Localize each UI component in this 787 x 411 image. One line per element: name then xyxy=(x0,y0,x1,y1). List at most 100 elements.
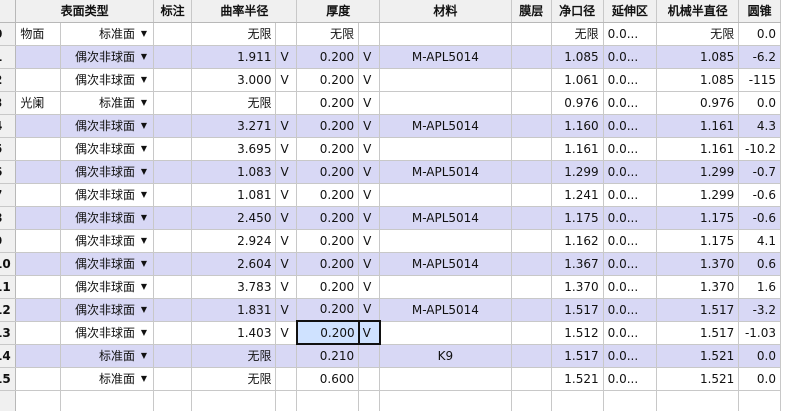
radius-solve-flag[interactable]: V xyxy=(275,137,298,161)
comment-cell[interactable] xyxy=(153,390,193,411)
radius-cell[interactable]: 无限 xyxy=(191,367,277,391)
comment-cell[interactable] xyxy=(153,206,193,230)
conic-cell[interactable]: 4.3 xyxy=(738,114,781,138)
radius-cell[interactable]: 3.695 xyxy=(191,137,277,161)
radius-solve-flag[interactable]: V xyxy=(275,45,298,69)
mech-semi-dia-cell[interactable]: 无限 xyxy=(656,22,740,46)
row-number[interactable]: 12 xyxy=(0,298,17,322)
surface-type-cell[interactable] xyxy=(60,390,154,411)
conic-cell[interactable]: 0.0 xyxy=(738,344,781,368)
clear-semi-dia-cell[interactable]: 1.162 xyxy=(551,229,604,253)
thickness-cell[interactable]: 0.200 xyxy=(296,45,360,69)
surface-type-cell[interactable]: 偶次非球面 ▼ xyxy=(60,45,154,69)
thickness-cell[interactable]: 0.200 xyxy=(296,298,360,322)
surface-comment-label[interactable]: 物面 xyxy=(15,22,61,46)
mech-semi-dia-cell[interactable]: 1.370 xyxy=(656,252,740,276)
surface-type-cell[interactable]: 偶次非球面 ▼ xyxy=(60,275,154,299)
clear-semi-dia-cell[interactable]: 1.085 xyxy=(551,45,604,69)
mech-semi-dia-cell[interactable]: 1.370 xyxy=(656,275,740,299)
surface-row[interactable]: 14 标准面 ▼ 无限 0.210 K9 1.5170.0...1.5210.0 xyxy=(0,344,781,368)
radius-cell[interactable]: 1.831 xyxy=(191,298,277,322)
mech-semi-dia-cell[interactable]: 0.976 xyxy=(656,91,740,115)
mech-semi-dia-cell[interactable]: 1.517 xyxy=(656,298,740,322)
radius-cell[interactable]: 2.450 xyxy=(191,206,277,230)
comment-cell[interactable] xyxy=(153,22,193,46)
radius-solve-flag[interactable]: V xyxy=(275,114,298,138)
header-chip-zone[interactable]: 延伸区 xyxy=(603,0,658,23)
header-surface-type[interactable]: 表面类型 xyxy=(15,0,154,23)
header-material[interactable]: 材料 xyxy=(379,0,512,23)
triangle-down-icon[interactable]: ▼ xyxy=(139,282,149,291)
clear-semi-dia-cell[interactable]: 1.299 xyxy=(551,160,604,184)
conic-cell[interactable]: -0.6 xyxy=(738,206,781,230)
surface-row[interactable]: 5偶次非球面▼3.695V0.200V1.1610.0...1.161-10.2 xyxy=(0,137,781,161)
row-number[interactable]: 5 xyxy=(0,137,17,161)
conic-cell[interactable]: -1.03 xyxy=(738,321,781,345)
radius-cell[interactable]: 1.081 xyxy=(191,183,277,207)
surface-row[interactable]: 1偶次非球面▼1.911V0.200VM-APL50141.0850.0...1… xyxy=(0,45,781,69)
surface-row[interactable]: 15标准面▼无限0.6001.5210.0...1.5210.0 xyxy=(0,367,781,391)
row-number[interactable]: 13 xyxy=(0,321,17,345)
clear-semi-dia-cell[interactable]: 1.160 xyxy=(551,114,604,138)
surface-comment-label[interactable] xyxy=(15,298,61,322)
chip-zone-cell[interactable]: 0.0... xyxy=(603,22,658,46)
triangle-down-icon[interactable]: ▼ xyxy=(139,351,149,360)
row-number[interactable]: 15 xyxy=(0,367,17,391)
row-number[interactable]: 7 xyxy=(0,183,17,207)
thickness-solve-flag[interactable] xyxy=(358,390,381,411)
triangle-down-icon[interactable]: ▼ xyxy=(139,144,149,153)
thickness-solve-flag[interactable]: V xyxy=(357,320,381,345)
row-number[interactable]: 11 xyxy=(0,275,17,299)
coating-cell[interactable] xyxy=(511,45,552,69)
coating-cell[interactable] xyxy=(511,183,552,207)
material-cell[interactable] xyxy=(379,275,512,299)
conic-cell[interactable]: 0.6 xyxy=(738,252,781,276)
surface-row[interactable]: 10偶次非球面▼2.604V0.200VM-APL50141.3670.0...… xyxy=(0,252,781,276)
header-radius[interactable]: 曲率半径 xyxy=(191,0,298,23)
mech-semi-dia-cell[interactable]: 1.175 xyxy=(656,206,740,230)
conic-cell[interactable]: 0.0 xyxy=(738,22,781,46)
material-cell[interactable]: M-APL5014 xyxy=(379,160,512,184)
coating-cell[interactable] xyxy=(511,321,552,345)
clear-semi-dia-cell[interactable]: 1.175 xyxy=(551,206,604,230)
header-clear-semi-dia[interactable]: 净口径 xyxy=(551,0,604,23)
surface-type-cell[interactable]: 偶次非球面 ▼ xyxy=(60,321,154,345)
conic-cell[interactable]: -0.7 xyxy=(738,160,781,184)
chip-zone-cell[interactable]: 0.0... xyxy=(603,206,658,230)
coating-cell[interactable] xyxy=(511,91,552,115)
surface-row[interactable]: 0物面标准面▼无限无限无限0.0...无限0.0 xyxy=(0,22,781,46)
thickness-solve-flag[interactable] xyxy=(358,367,381,391)
radius-cell[interactable]: 3.271 xyxy=(191,114,277,138)
thickness-cell[interactable]: 0.200 xyxy=(295,320,360,345)
material-cell[interactable] xyxy=(379,321,512,345)
triangle-down-icon[interactable]: ▼ xyxy=(139,98,149,107)
radius-solve-flag[interactable] xyxy=(275,22,298,46)
material-cell[interactable] xyxy=(379,367,512,391)
radius-cell[interactable]: 2.924 xyxy=(191,229,277,253)
thickness-solve-flag[interactable]: V xyxy=(358,114,381,138)
radius-solve-flag[interactable] xyxy=(275,91,298,115)
thickness-cell[interactable]: 0.200 xyxy=(296,91,360,115)
thickness-solve-flag[interactable] xyxy=(358,344,381,368)
surface-type-cell[interactable]: 偶次非球面 ▼ xyxy=(60,206,154,230)
chip-zone-cell[interactable]: 0.0... xyxy=(603,45,658,69)
thickness-solve-flag[interactable]: V xyxy=(358,45,381,69)
coating-cell[interactable] xyxy=(511,22,552,46)
coating-cell[interactable] xyxy=(511,344,552,368)
thickness-cell[interactable]: 0.600 xyxy=(296,367,360,391)
comment-cell[interactable] xyxy=(153,252,193,276)
header-comment[interactable]: 标注 xyxy=(153,0,193,23)
surface-type-cell[interactable]: 偶次非球面 ▼ xyxy=(60,229,154,253)
row-number[interactable]: 0 xyxy=(0,22,17,46)
coating-cell[interactable] xyxy=(511,275,552,299)
radius-solve-flag[interactable] xyxy=(275,390,298,411)
radius-solve-flag[interactable]: V xyxy=(275,321,298,345)
triangle-down-icon[interactable]: ▼ xyxy=(139,29,149,38)
surface-type-cell[interactable]: 偶次非球面 ▼ xyxy=(60,183,154,207)
clear-semi-dia-cell[interactable]: 1.161 xyxy=(551,137,604,161)
surface-comment-label[interactable] xyxy=(15,229,61,253)
clear-semi-dia-cell[interactable]: 1.521 xyxy=(551,367,604,391)
surface-comment-label[interactable] xyxy=(15,137,61,161)
thickness-cell[interactable]: 0.210 xyxy=(296,344,360,368)
comment-cell[interactable] xyxy=(153,321,193,345)
